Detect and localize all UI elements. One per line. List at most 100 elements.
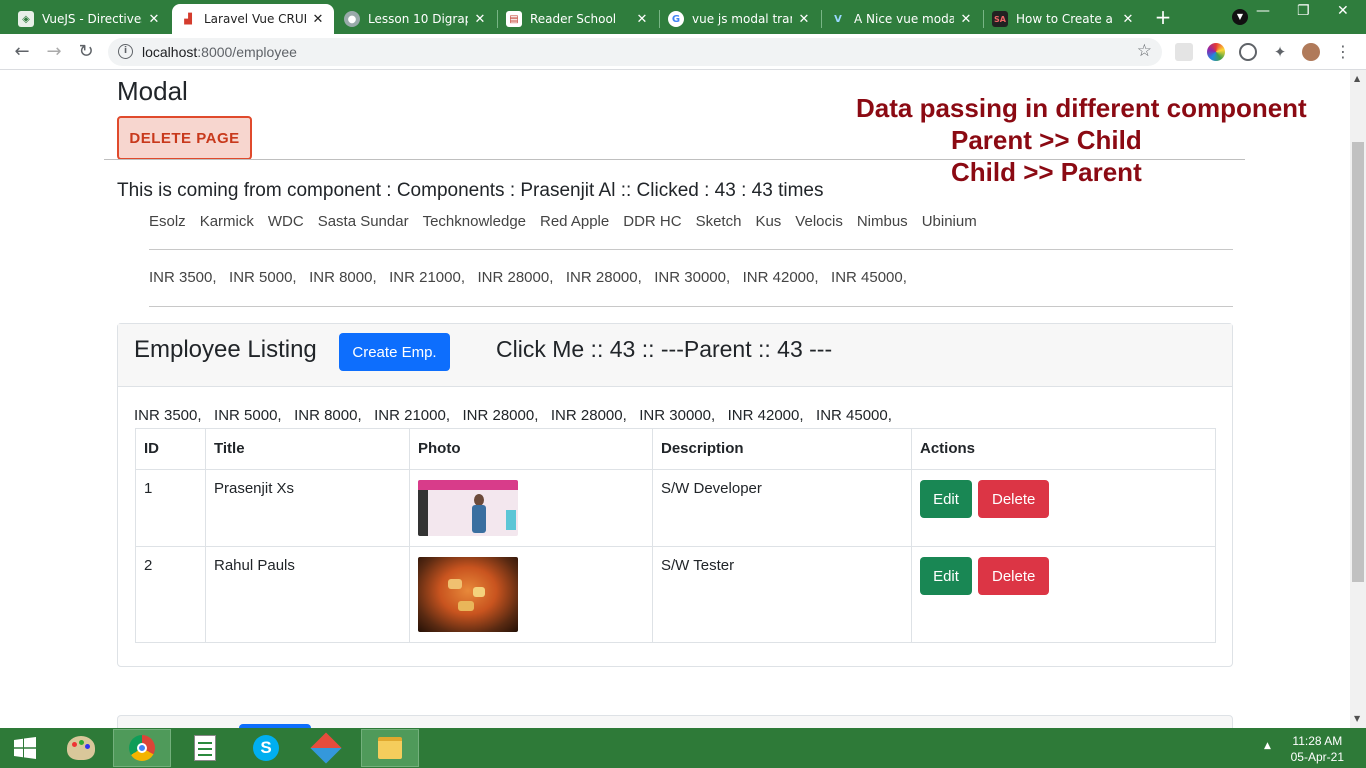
page-viewport: Modal DELETE PAGE Data passing in differ… <box>0 70 1350 728</box>
cell-description: S/W Developer <box>652 469 912 547</box>
table-header-row: ID Title Photo Description Actions <box>135 428 1216 470</box>
close-tab-icon[interactable]: ✕ <box>310 12 326 27</box>
cell-title: Rahul Pauls <box>205 546 410 643</box>
skype-app-icon[interactable]: S <box>237 729 295 767</box>
bookmark-star-icon[interactable]: ☆ <box>1137 41 1152 61</box>
reload-icon[interactable]: ↻ <box>75 41 97 63</box>
delete-button[interactable]: Delete <box>978 557 1050 595</box>
url-host: localhost <box>142 44 198 60</box>
new-tab-icon[interactable]: + <box>1152 6 1174 28</box>
cell-id: 2 <box>135 546 206 643</box>
company-name: WDC <box>267 213 304 230</box>
cell-actions: Edit Delete <box>911 469 1216 547</box>
scroll-up-arrow-icon[interactable]: ▲ <box>1354 74 1360 83</box>
url-path: :8000/employee <box>197 44 297 60</box>
create-employee-button[interactable]: Create Emp. <box>339 333 450 371</box>
employee-photo <box>418 557 518 632</box>
extension-icon[interactable] <box>1175 43 1193 61</box>
profile-avatar[interactable] <box>1302 43 1320 61</box>
employee-table: ID Title Photo Description Actions 1 Pra… <box>135 428 1216 643</box>
start-windows-icon[interactable] <box>0 729 50 767</box>
chrome-app-icon[interactable] <box>113 729 171 767</box>
tab-vuejs-directives[interactable]: ◈ VueJS - Directives ✕ <box>10 4 170 34</box>
tab-vue-modal-trans[interactable]: G vue js modal trans ✕ <box>660 4 820 34</box>
company-name: Ubinium <box>921 213 977 230</box>
employee-photo <box>418 480 518 536</box>
scrollbar-thumb[interactable] <box>1352 142 1364 582</box>
card-title: Employee Listing <box>134 336 317 363</box>
restore-icon[interactable]: ❐ <box>1297 3 1310 19</box>
paint-app-icon[interactable] <box>52 729 110 767</box>
edit-button[interactable]: Edit <box>920 480 972 518</box>
vue-favicon-icon: ◈ <box>18 11 34 27</box>
close-tab-icon[interactable]: ✕ <box>958 12 974 27</box>
company-name: Karmick <box>199 213 254 230</box>
photo-sidebar-shape <box>418 490 428 536</box>
close-tab-icon[interactable]: ✕ <box>1120 12 1136 27</box>
edit-button[interactable]: Edit <box>920 557 972 595</box>
scroll-down-arrow-icon[interactable]: ▼ <box>1354 714 1360 723</box>
back-arrow-icon[interactable]: ← <box>11 41 33 63</box>
puzzle-extensions-icon[interactable]: ✦ <box>1271 43 1289 61</box>
file-explorer-app-icon[interactable] <box>361 729 419 767</box>
photo-food-piece <box>448 579 462 589</box>
laravel-favicon-icon: ▟ <box>180 11 196 27</box>
color-picker-extension-icon[interactable] <box>1207 43 1225 61</box>
tab-lesson-10[interactable]: ● Lesson 10 Digraph ✕ <box>336 4 496 34</box>
company-name: Nimbus <box>856 213 908 230</box>
click-counter-text[interactable]: Click Me :: 43 :: ---Parent :: 43 --- <box>496 336 832 363</box>
clock-time: 11:28 AM <box>1292 734 1343 748</box>
vue-v-favicon-icon: V <box>834 13 842 25</box>
close-tab-icon[interactable]: ✕ <box>472 12 488 27</box>
notepad-app-icon[interactable] <box>176 729 234 767</box>
system-clock[interactable]: 11:28 AM 05-Apr-21 <box>1291 733 1344 765</box>
forward-arrow-icon[interactable]: → <box>43 41 65 63</box>
git-app-icon[interactable] <box>297 729 355 767</box>
browser-toolbar: ← → ↻ i localhost:8000/employee ☆ <box>0 34 1366 70</box>
url-text[interactable]: localhost:8000/employee <box>142 44 297 60</box>
column-header-description: Description <box>652 428 912 470</box>
close-tab-icon[interactable]: ✕ <box>634 12 650 27</box>
annotation-heading: Data passing in different component <box>856 93 1307 123</box>
minimize-icon[interactable]: — <box>1256 3 1270 19</box>
close-tab-icon[interactable]: ✕ <box>796 12 812 27</box>
windows-taskbar: S ▲ 11:28 AM 05-Apr-21 <box>0 728 1366 768</box>
divider <box>149 306 1233 307</box>
annotation-parent-child: Parent >> Child <box>951 125 1142 155</box>
address-bar[interactable]: i localhost:8000/employee ☆ <box>108 38 1162 66</box>
second-card-peek <box>117 715 1233 728</box>
column-header-photo: Photo <box>409 428 653 470</box>
price-list: INR 3500, INR 5000, INR 8000, INR 21000,… <box>149 269 907 286</box>
page-title: Modal <box>117 76 188 106</box>
company-name: DDR HC <box>623 213 682 230</box>
delete-page-button[interactable]: DELETE PAGE <box>117 116 252 160</box>
company-name: Sketch <box>695 213 742 230</box>
reader-favicon-icon: ▤ <box>506 11 522 27</box>
site-info-icon[interactable]: i <box>118 44 133 59</box>
tab-laravel-vue-crud[interactable]: ▟ Laravel Vue CRUD ✕ <box>172 4 334 34</box>
tab-search-icon[interactable]: ▼ <box>1232 9 1248 25</box>
timer-extension-icon[interactable] <box>1239 43 1257 61</box>
menu-kebab-icon[interactable]: ⋮ <box>1334 43 1352 61</box>
cell-id: 1 <box>135 469 206 547</box>
column-header-title: Title <box>205 428 410 470</box>
employee-card: Employee Listing Create Emp. Click Me ::… <box>117 323 1233 667</box>
column-header-actions: Actions <box>911 428 1216 470</box>
company-name: Red Apple <box>540 213 610 230</box>
card-header: Employee Listing Create Emp. Click Me ::… <box>118 324 1232 387</box>
tab-how-to-create[interactable]: SA How to Create a C ✕ <box>984 4 1144 34</box>
google-favicon-icon: G <box>668 11 684 27</box>
close-tab-icon[interactable]: ✕ <box>146 12 162 27</box>
tray-expand-icon[interactable]: ▲ <box>1264 741 1271 751</box>
page-scrollbar[interactable]: ▲ ▼ <box>1350 70 1366 728</box>
photo-food-piece <box>473 587 485 597</box>
delete-button[interactable]: Delete <box>978 480 1050 518</box>
close-window-icon[interactable]: ✕ <box>1337 3 1349 19</box>
tab-nice-vue-modal[interactable]: V A Nice vue modal ✕ <box>822 4 982 34</box>
table-row: 2 Rahul Pauls S/W Tester Edit Delete <box>135 546 1216 643</box>
company-name: Velocis <box>795 213 843 230</box>
company-name: Esolz <box>149 213 186 230</box>
component-message: This is coming from component : Componen… <box>117 180 824 201</box>
card-price-list: INR 3500, INR 5000, INR 8000, INR 21000,… <box>134 407 892 424</box>
tab-reader-school[interactable]: ▤ Reader School ✕ <box>498 4 658 34</box>
